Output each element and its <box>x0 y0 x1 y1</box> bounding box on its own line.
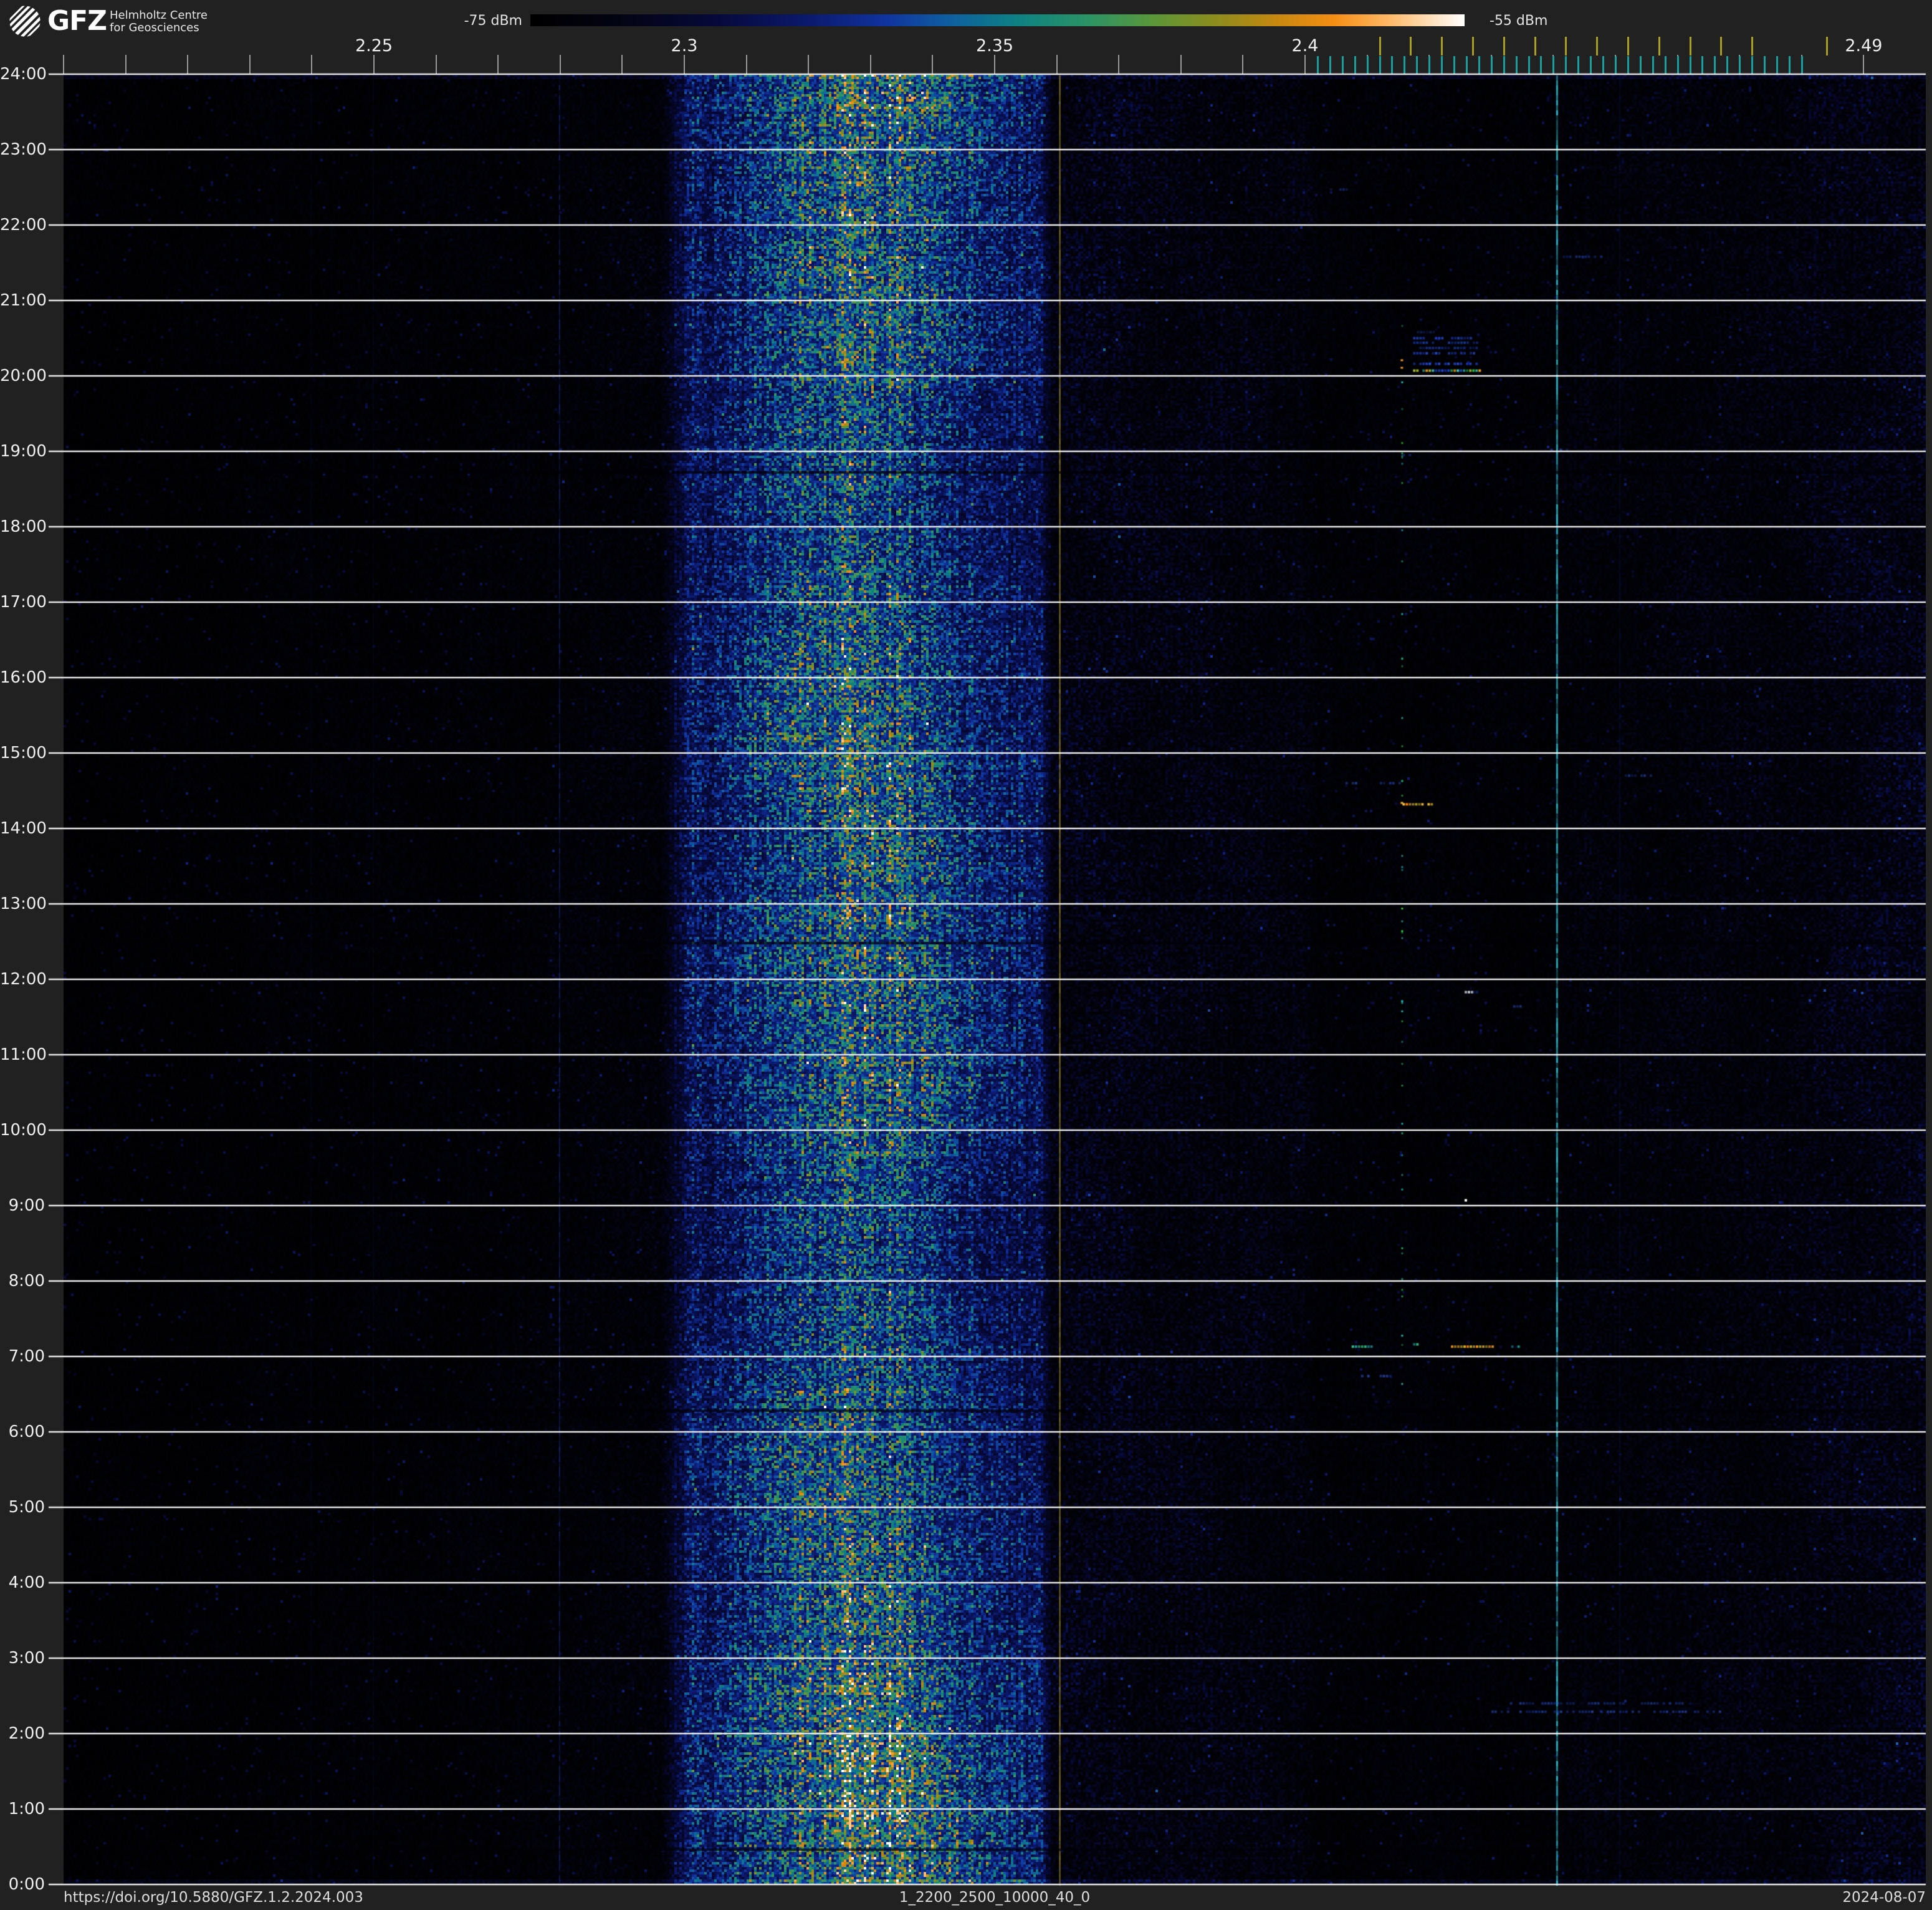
dataset-filename: 1_2200_2500_10000_40_0 <box>899 1889 1091 1906</box>
spectrogram-overlay-canvas <box>0 0 1932 1910</box>
spectrogram-page: GFZ Helmholtz Centre for Geosciences -75… <box>0 0 1932 1910</box>
date-label: 2024-08-07 <box>1842 1889 1926 1906</box>
doi-link[interactable]: https://doi.org/10.5880/GFZ.1.2.2024.003 <box>64 1889 363 1906</box>
